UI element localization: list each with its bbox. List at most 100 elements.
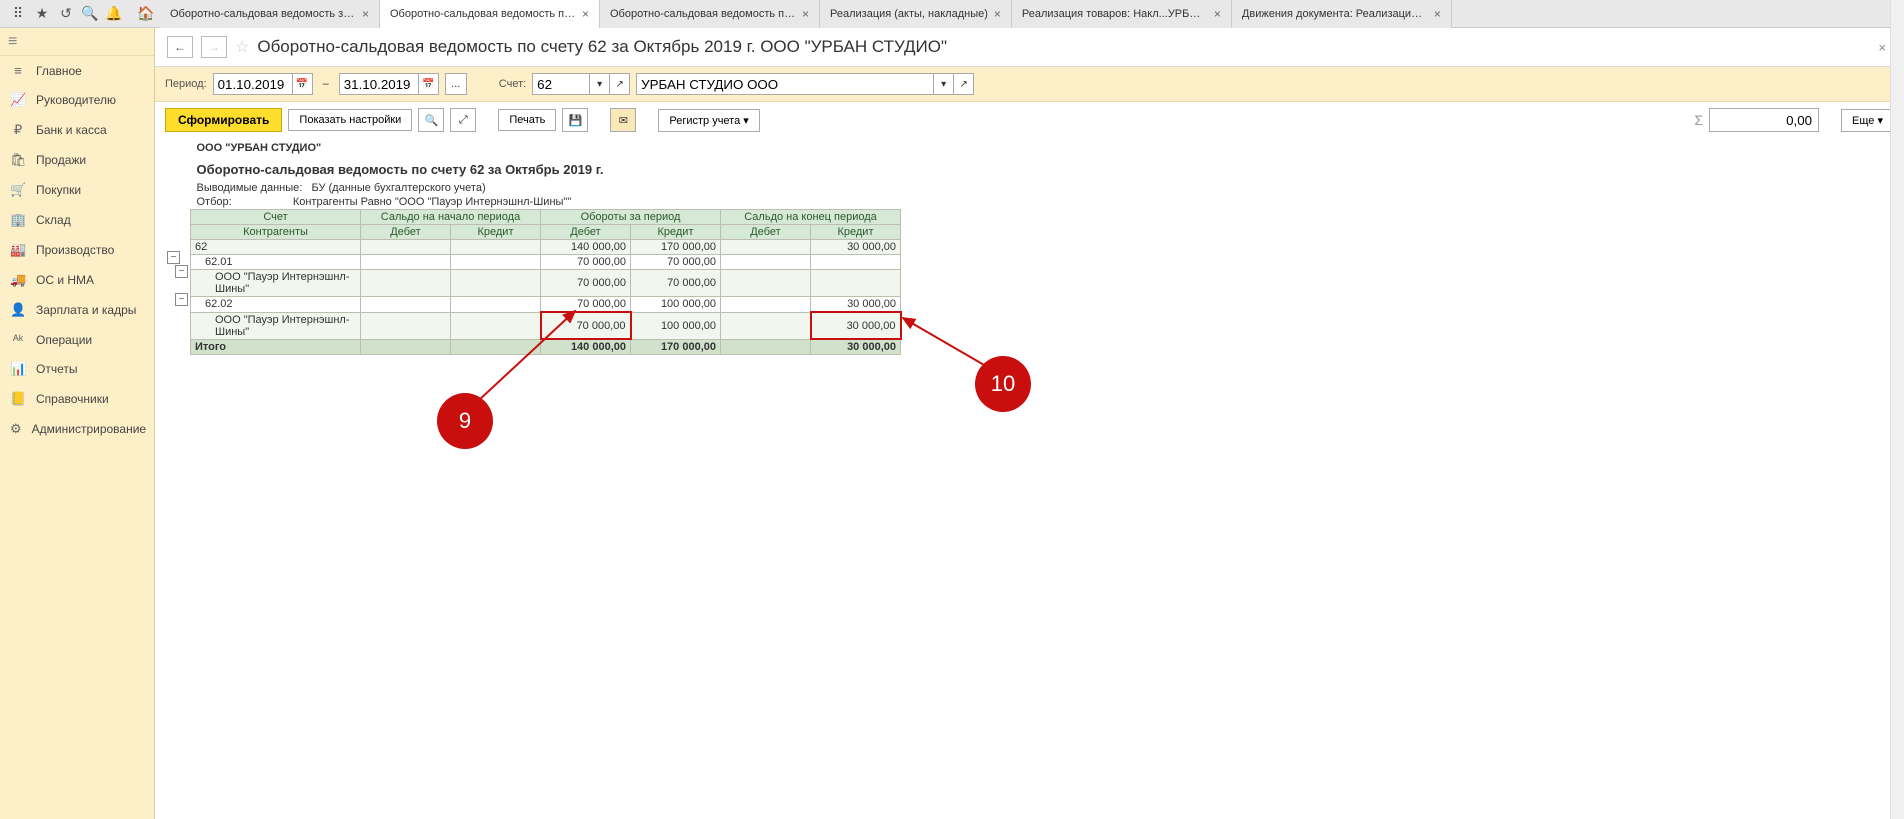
sidebar-item-label: Покупки — [36, 183, 81, 197]
tab-5[interactable]: Движения документа: Реализация (акт, ...… — [1232, 0, 1452, 28]
close-icon[interactable]: × — [582, 7, 589, 21]
tab-4[interactable]: Реализация товаров: Накл...УРБП-000006 × — [1012, 0, 1232, 28]
report-filter: Отбор: Контрагенты Равно "ООО "Пауэр Инт… — [191, 195, 901, 210]
nav-forward-button[interactable]: → — [201, 36, 227, 58]
total-row: Итого 140 000,00 170 000,00 30 000,00 — [191, 339, 901, 355]
open-icon[interactable]: ↗ — [610, 73, 630, 95]
expand-icon[interactable]: ⤢ — [450, 108, 476, 132]
header-credit: Кредит — [631, 225, 721, 240]
search-icon[interactable]: 🔍 — [80, 4, 100, 24]
sidebar-item-label: Справочники — [36, 392, 109, 406]
home-icon[interactable]: 🏠 — [132, 5, 160, 22]
organization-input[interactable] — [636, 73, 934, 95]
home-icon: ≡ — [10, 63, 26, 78]
close-icon[interactable]: × — [1214, 7, 1221, 21]
nav-back-button[interactable]: ← — [167, 36, 193, 58]
save-icon[interactable]: 💾 — [562, 108, 588, 132]
star-icon[interactable]: ★ — [32, 4, 52, 24]
close-icon[interactable]: × — [1434, 7, 1441, 21]
tab-label: Реализация товаров: Накл...УРБП-000006 — [1022, 8, 1208, 20]
sidebar-item-reports[interactable]: 📊Отчеты — [0, 354, 154, 384]
tab-label: Оборотно-сальдовая ведомость по сче... — [610, 8, 796, 20]
period-select-button[interactable]: ... — [445, 73, 467, 95]
sidebar-item-operations[interactable]: ᴬᵏ Операции — [0, 325, 154, 354]
collapse-icon[interactable]: − — [175, 293, 188, 306]
history-icon[interactable]: ↺ — [56, 4, 76, 24]
highlighted-cell-debit: 70 000,00 — [541, 312, 631, 339]
sidebar-item-salary[interactable]: 👤Зарплата и кадры — [0, 295, 154, 325]
building-icon: 🏢 — [10, 212, 26, 228]
mail-icon[interactable]: ✉ — [610, 108, 636, 132]
dropdown-icon[interactable]: ▾ — [934, 73, 954, 95]
scrollbar[interactable] — [1890, 28, 1904, 819]
tab-2[interactable]: Оборотно-сальдовая ведомость по сче... × — [600, 0, 820, 28]
sum-input[interactable] — [1709, 108, 1819, 132]
sidebar-item-label: Администрирование — [32, 422, 146, 436]
sidebar-item-label: Руководителю — [36, 93, 116, 107]
close-icon[interactable]: × — [802, 7, 809, 21]
sidebar-item-purchases[interactable]: 🛒Покупки — [0, 175, 154, 205]
ruble-icon: ₽ — [10, 122, 26, 138]
sidebar-item-label: Операции — [36, 333, 92, 347]
sidebar-item-production[interactable]: 🏭Производство — [0, 235, 154, 265]
form-button[interactable]: Сформировать — [165, 108, 282, 132]
print-button[interactable]: Печать — [498, 109, 556, 131]
sidebar-toggle[interactable]: ≡ — [0, 28, 154, 56]
sidebar-item-label: Производство — [36, 243, 114, 257]
table-row[interactable]: 62.02 70 000,00 100 000,00 30 000,00 — [191, 297, 901, 313]
table-row[interactable]: 62 140 000,00 170 000,00 30 000,00 — [191, 240, 901, 255]
sidebar-item-label: Продажи — [36, 153, 86, 167]
account-input[interactable] — [532, 73, 590, 95]
open-icon[interactable]: ↗ — [954, 73, 974, 95]
table-row[interactable]: 62.01 70 000,00 70 000,00 — [191, 255, 901, 270]
period-label: Период: — [165, 78, 207, 90]
calendar-icon[interactable]: 📅 — [293, 73, 313, 95]
sidebar-item-assets[interactable]: 🚚ОС и НМА — [0, 265, 154, 295]
chart-icon: 📈 — [10, 92, 26, 108]
report-title: Оборотно-сальдовая ведомость по счету 62… — [191, 158, 901, 181]
sidebar-item-bank[interactable]: ₽ Банк и касса — [0, 115, 154, 145]
calendar-icon[interactable]: 📅 — [419, 73, 439, 95]
sidebar-item-references[interactable]: 📒Справочники — [0, 384, 154, 414]
table-row[interactable]: ООО "Пауэр Интернэшнл-Шины" 70 000,00 70… — [191, 270, 901, 297]
dropdown-icon[interactable]: ▾ — [590, 73, 610, 95]
table-row[interactable]: ООО "Пауэр Интернэшнл-Шины" 70 000,00 10… — [191, 312, 901, 339]
callout-9: 9 — [437, 393, 493, 449]
tab-3[interactable]: Реализация (акты, накладные) × — [820, 0, 1012, 28]
settings-button[interactable]: Показать настройки — [288, 109, 412, 131]
sidebar-item-admin[interactable]: ⚙ Администрирование — [0, 414, 154, 444]
sidebar-item-label: Склад — [36, 213, 71, 227]
sidebar-item-manager[interactable]: 📈 Руководителю — [0, 85, 154, 115]
gear-icon: ⚙ — [10, 421, 22, 437]
dtkt-icon: ᴬᵏ — [10, 332, 26, 347]
close-icon[interactable]: × — [362, 7, 369, 21]
report-org: ООО "УРБАН СТУДИО" — [191, 138, 901, 158]
tab-1[interactable]: Оборотно-сальдовая ведомость по сче... × — [380, 0, 600, 28]
sidebar-item-main[interactable]: ≡Главное — [0, 56, 154, 85]
collapse-icon[interactable]: − — [175, 265, 188, 278]
bag-icon: 🛍 — [10, 152, 26, 168]
sidebar-item-warehouse[interactable]: 🏢 Склад — [0, 205, 154, 235]
bell-icon[interactable]: 🔔 — [104, 4, 124, 24]
report-area: − − − ООО "УРБАН СТУДИО" Оборотно-сальдо… — [155, 138, 1904, 819]
tab-label: Реализация (акты, накладные) — [830, 8, 988, 20]
favorite-icon[interactable]: ☆ — [235, 37, 249, 57]
person-icon: 👤 — [10, 302, 26, 318]
register-button[interactable]: Регистр учета ▾ — [658, 109, 759, 132]
tab-0[interactable]: Оборотно-сальдовая ведомость за Ок... × — [160, 0, 380, 28]
more-button[interactable]: Еще ▾ — [1841, 109, 1894, 132]
apps-icon[interactable]: ⠿ — [8, 4, 28, 24]
tab-label: Оборотно-сальдовая ведомость по сче... — [390, 8, 576, 20]
close-icon[interactable]: × — [994, 7, 1001, 21]
account-label: Счет: — [499, 78, 526, 90]
sidebar-item-sales[interactable]: 🛍 Продажи — [0, 145, 154, 175]
find-icon[interactable]: 🔍 — [418, 108, 444, 132]
sidebar-item-label: Банк и касса — [36, 123, 107, 137]
collapse-icon[interactable]: − — [167, 251, 180, 264]
date-from-input[interactable] — [213, 73, 293, 95]
sidebar-item-label: Отчеты — [36, 362, 77, 376]
title-row: ← → ☆ Оборотно-сальдовая ведомость по сч… — [155, 28, 1904, 67]
page-title: Оборотно-сальдовая ведомость по счету 62… — [257, 37, 947, 57]
date-to-input[interactable] — [339, 73, 419, 95]
tab-label: Оборотно-сальдовая ведомость за Ок... — [170, 8, 356, 20]
